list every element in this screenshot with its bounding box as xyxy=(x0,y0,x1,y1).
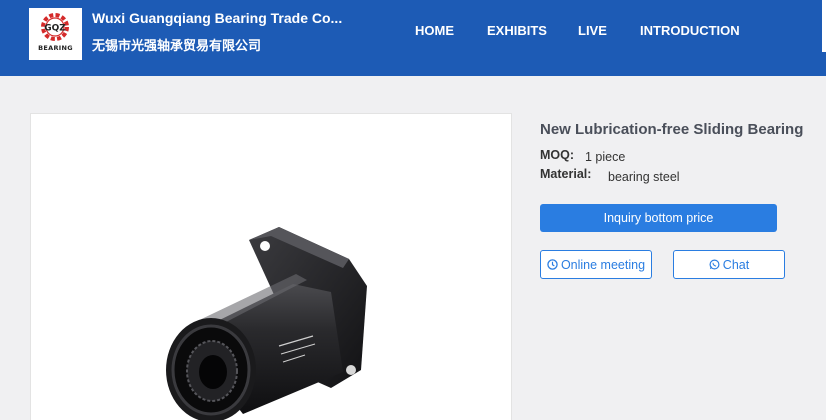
moq-label: MOQ: xyxy=(540,148,575,162)
nav-exhibits[interactable]: EXHIBITS xyxy=(487,23,547,38)
nav-live[interactable]: LIVE xyxy=(578,23,607,38)
company-name[interactable]: Wuxi Guangqiang Bearing Trade Co... xyxy=(92,10,362,26)
nav-introduction[interactable]: INTRODUCTION xyxy=(640,23,740,38)
product-image-panel[interactable] xyxy=(30,113,512,420)
material-value: bearing steel xyxy=(608,170,680,184)
whatsapp-icon xyxy=(709,259,720,270)
online-meeting-button[interactable]: Online meeting xyxy=(540,250,652,279)
header-edge xyxy=(822,0,826,52)
logo-mark-text: GQZ xyxy=(44,24,66,34)
chat-button[interactable]: Chat xyxy=(673,250,785,279)
material-label: Material: xyxy=(540,167,592,181)
product-image xyxy=(166,227,367,420)
site-header: GQZ BEARING Wuxi Guangqiang Bearing Trad… xyxy=(0,0,826,76)
clock-icon xyxy=(547,259,558,270)
chat-label: Chat xyxy=(722,257,750,272)
moq-value: 1 piece xyxy=(585,150,626,164)
inquiry-button[interactable]: Inquiry bottom price xyxy=(540,204,777,232)
online-meeting-label: Online meeting xyxy=(560,257,646,272)
nav-home[interactable]: HOME xyxy=(415,23,454,38)
product-title: New Lubrication-free Sliding Bearing xyxy=(540,121,804,138)
company-logo[interactable]: GQZ BEARING xyxy=(29,8,82,60)
gear-logo-icon: GQZ xyxy=(41,13,69,41)
logo-text: BEARING xyxy=(38,44,73,52)
company-name-chinese: 无锡市光强轴承贸易有限公司 xyxy=(92,39,262,54)
